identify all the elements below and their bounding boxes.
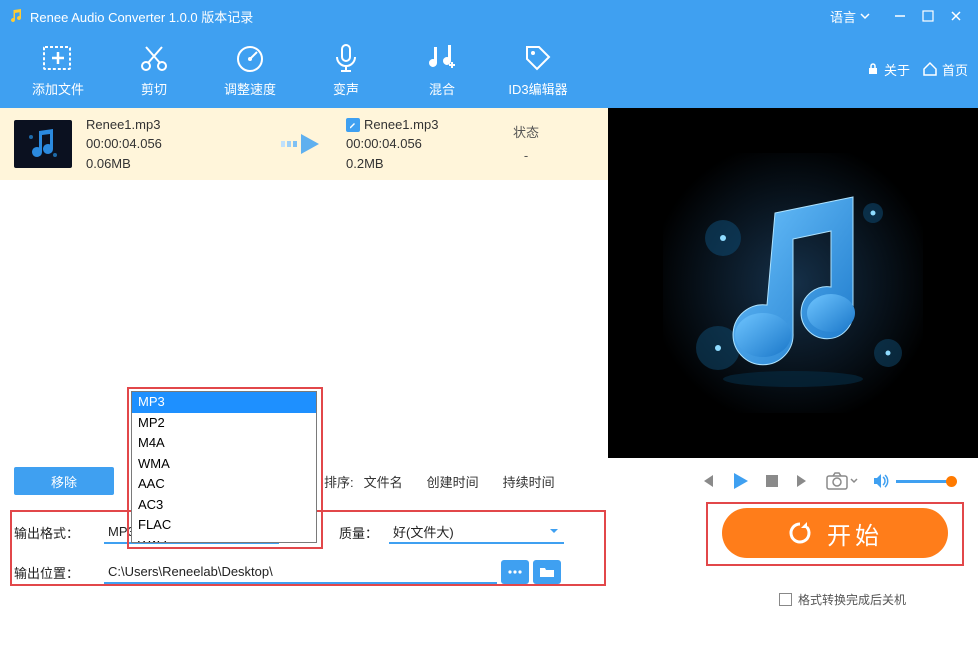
voice-change-button[interactable]: 变声 [298, 41, 394, 98]
format-option[interactable]: AAC [132, 474, 316, 495]
minimize-button[interactable] [886, 2, 914, 30]
format-option[interactable]: WAV [132, 536, 316, 543]
id3-label: ID3编辑器 [508, 79, 567, 98]
titlebar: Renee Audio Converter 1.0.0 版本记录 语言 [0, 0, 978, 32]
maximize-button[interactable] [914, 2, 942, 30]
sort-label: 排序: [324, 472, 354, 491]
volume-icon [872, 472, 890, 490]
volume-slider[interactable] [896, 480, 952, 483]
highlight-annotation [706, 502, 964, 566]
about-button[interactable]: 关于 [866, 60, 910, 79]
speedometer-icon [233, 41, 267, 75]
format-option[interactable]: FLAC [132, 515, 316, 536]
window-title: Renee Audio Converter 1.0.0 版本记录 [30, 7, 253, 26]
voice-label: 变声 [333, 79, 359, 98]
output-file-size: 0.2MB [346, 154, 496, 174]
remove-button[interactable]: 移除 [14, 467, 114, 495]
format-option[interactable]: M4A [132, 433, 316, 454]
output-file-info: Renee1.mp3 00:00:04.056 0.2MB [346, 115, 496, 174]
close-button[interactable] [942, 2, 970, 30]
home-icon [922, 61, 938, 77]
format-option[interactable]: WMA [132, 454, 316, 475]
input-file-info: Renee1.mp3 00:00:04.056 0.06MB [86, 115, 266, 174]
prev-button[interactable] [698, 472, 716, 490]
chevron-down-icon [860, 11, 870, 21]
home-label: 首页 [942, 60, 968, 79]
format-option-list[interactable]: MP3MP2M4AWMAAACAC3FLACWAV [132, 392, 316, 542]
id3-editor-button[interactable]: ID3编辑器 [490, 41, 586, 98]
convert-arrow-icon [266, 132, 346, 156]
tag-icon [521, 41, 555, 75]
input-file-size: 0.06MB [86, 154, 266, 174]
file-row[interactable]: Renee1.mp3 00:00:04.056 0.06MB Renee1.mp… [0, 108, 608, 180]
player-controls [555, 471, 964, 491]
add-file-icon [41, 41, 75, 75]
status-value: - [496, 144, 556, 167]
add-file-button[interactable]: 添加文件 [10, 41, 106, 98]
mix-label: 混合 [429, 79, 455, 98]
play-button[interactable] [730, 471, 750, 491]
mix-button[interactable]: 混合 [394, 41, 490, 98]
chevron-down-icon [850, 477, 858, 485]
microphone-icon [329, 41, 363, 75]
input-file-name: Renee1.mp3 [86, 115, 266, 135]
start-area: 开始 [722, 508, 948, 558]
volume-control[interactable] [872, 472, 952, 490]
edit-icon[interactable] [346, 118, 360, 132]
language-menu[interactable]: 语言 [830, 7, 870, 26]
home-button[interactable]: 首页 [922, 60, 968, 79]
format-option[interactable]: MP2 [132, 413, 316, 434]
format-option[interactable]: AC3 [132, 495, 316, 516]
toolbar: 添加文件 剪切 调整速度 变声 混合 ID3编辑器 关于 首页 [0, 32, 978, 108]
language-label: 语言 [830, 7, 856, 26]
app-logo-icon [8, 8, 24, 24]
sort-by-name[interactable]: 文件名 [364, 472, 403, 491]
sort-by-created[interactable]: 创建时间 [427, 472, 479, 491]
speed-label: 调整速度 [224, 79, 276, 98]
preview-panel [608, 108, 978, 458]
scissors-icon [137, 41, 171, 75]
format-option[interactable]: MP3 [132, 392, 316, 413]
speed-button[interactable]: 调整速度 [202, 41, 298, 98]
stop-button[interactable] [764, 473, 780, 489]
preview-artwork-icon [663, 153, 923, 413]
shutdown-checkbox[interactable]: 格式转换完成后关机 [779, 591, 906, 608]
shutdown-label: 格式转换完成后关机 [798, 591, 906, 608]
status-header: 状态 [496, 121, 556, 144]
output-file-name: Renee1.mp3 [364, 115, 438, 135]
input-file-duration: 00:00:04.056 [86, 134, 266, 154]
checkbox-icon [779, 593, 792, 606]
file-thumbnail [14, 120, 72, 168]
about-label: 关于 [884, 60, 910, 79]
trim-button[interactable]: 剪切 [106, 41, 202, 98]
format-dropdown-popup: MP3MP2M4AWMAAACAC3FLACWAV [131, 391, 317, 543]
lock-icon [866, 62, 880, 76]
status-column: 状态 - [496, 121, 556, 168]
next-button[interactable] [794, 472, 812, 490]
trim-label: 剪切 [141, 79, 167, 98]
add-file-label: 添加文件 [32, 79, 84, 98]
sort-by-duration[interactable]: 持续时间 [503, 472, 555, 491]
mix-icon [425, 41, 459, 75]
snapshot-button[interactable] [826, 472, 858, 490]
output-file-duration: 00:00:04.056 [346, 134, 496, 154]
